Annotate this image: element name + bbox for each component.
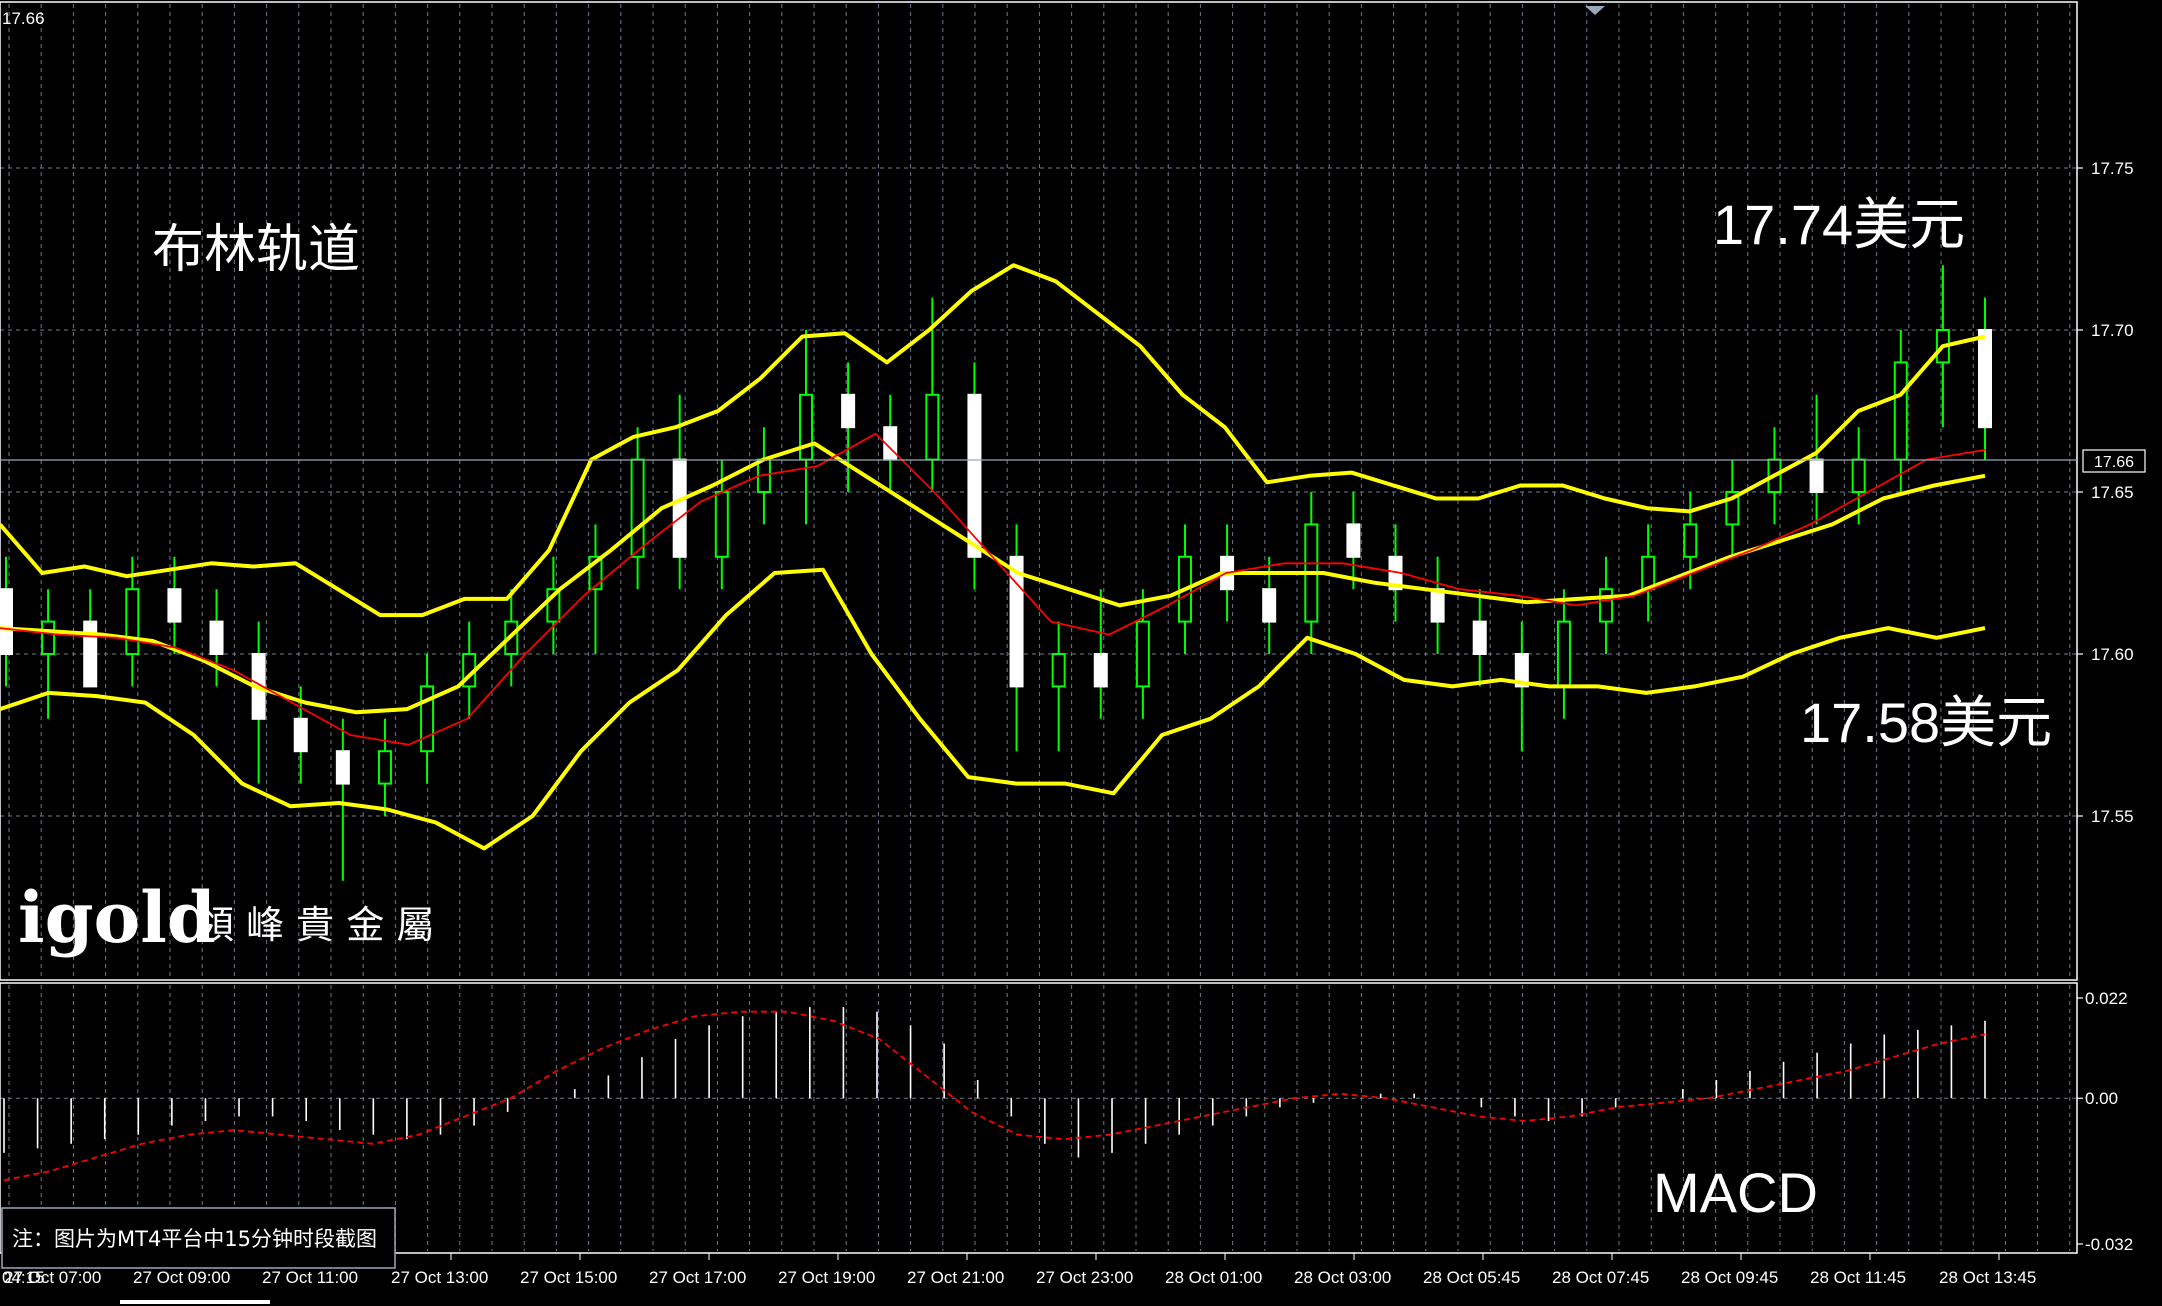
macd-title: MACD xyxy=(1653,1161,1818,1224)
candle-body xyxy=(209,620,224,655)
time-tick-label: 27 Oct 15:00 xyxy=(520,1268,617,1287)
candle-body xyxy=(0,588,13,656)
candle-body xyxy=(1893,361,1908,461)
price-tick-label: 17.70 xyxy=(2091,321,2134,340)
mt4-chart: 17.66 17.66 17.75 17.70 17.65 17.60 17.55 0.… xyxy=(0,0,2162,1306)
annotation-upper: 17.74美元 xyxy=(1713,193,1965,256)
candle-body xyxy=(83,620,98,688)
chart-title: 布林轨道 xyxy=(152,221,360,279)
candle-body xyxy=(125,588,140,656)
candle-body xyxy=(841,393,856,429)
candle-body xyxy=(1472,620,1487,655)
time-tick-label: 28 Oct 13:45 xyxy=(1939,1268,2036,1287)
platform-note: 注：图片为MT4平台中15分钟时段截图 xyxy=(12,1227,377,1251)
candle-body xyxy=(335,750,350,785)
candle-body xyxy=(377,750,392,785)
candle-body xyxy=(1051,653,1066,688)
candle-body xyxy=(1346,523,1361,558)
candle-body xyxy=(1556,620,1571,688)
candle-body xyxy=(1599,588,1614,623)
time-tick-label: 28 Oct 05:45 xyxy=(1423,1268,1520,1287)
time-tick-label: 27 Oct 13:00 xyxy=(391,1268,488,1287)
candle-body xyxy=(1135,620,1150,688)
macd-tick-label: -0.032 xyxy=(2085,1235,2133,1254)
candle-body xyxy=(1683,523,1698,558)
candle-body xyxy=(420,685,435,753)
candle-body xyxy=(1641,555,1656,591)
time-tick-label: 28 Oct 01:00 xyxy=(1165,1268,1262,1287)
candle-body xyxy=(167,588,182,623)
candle-body xyxy=(1851,458,1866,494)
candle-body xyxy=(672,458,687,558)
current-price-label: 17.66 xyxy=(2094,454,2134,471)
candle-body xyxy=(1430,588,1445,623)
candle-body xyxy=(1262,588,1277,623)
candle-body xyxy=(41,620,56,655)
time-tick-label: 28 Oct 03:00 xyxy=(1294,1268,1391,1287)
time-tick-label: 27 Oct 11:00 xyxy=(262,1268,358,1287)
candle-body xyxy=(630,458,645,558)
candle-body xyxy=(1093,653,1108,688)
time-tick-label: 28 Oct 09:45 xyxy=(1681,1268,1778,1287)
candle-body xyxy=(1009,555,1024,688)
price-tick-label: 17.55 xyxy=(2091,807,2134,826)
time-tick-label: 28 Oct 07:45 xyxy=(1552,1268,1649,1287)
price-tick-label: 17.65 xyxy=(2091,483,2134,502)
time-tick-label: 28 Oct 11:45 xyxy=(1810,1268,1906,1287)
macd-tick-label: 0.00 xyxy=(2085,1089,2118,1108)
time-tick-label: 27 Oct 19:00 xyxy=(778,1268,875,1287)
candle-body xyxy=(1809,458,1824,494)
price-tick-label: 17.75 xyxy=(2091,159,2134,178)
brand-logo: igold xyxy=(18,876,216,959)
price-tick-label: 17.60 xyxy=(2091,645,2134,664)
annotation-lower: 17.58美元 xyxy=(1800,691,2052,754)
time-tick-label: 27 Oct 07:00 xyxy=(4,1268,101,1287)
top-left-value: 17.66 xyxy=(2,9,45,28)
time-tick-label: 27 Oct 23:00 xyxy=(1036,1268,1133,1287)
time-tick-label: 27 Oct 21:00 xyxy=(907,1268,1004,1287)
brand-name: 領 峰 貴 金 屬 xyxy=(196,903,434,947)
time-tick-label: 27 Oct 17:00 xyxy=(649,1268,746,1287)
candle-body xyxy=(1978,329,1992,429)
candle-body xyxy=(293,717,308,753)
candle-body xyxy=(799,393,814,461)
macd-tick-label: 0.022 xyxy=(2085,989,2128,1008)
time-tick-label: 27 Oct 09:00 xyxy=(133,1268,230,1287)
candle-body xyxy=(714,491,729,558)
candle-body xyxy=(925,393,940,461)
